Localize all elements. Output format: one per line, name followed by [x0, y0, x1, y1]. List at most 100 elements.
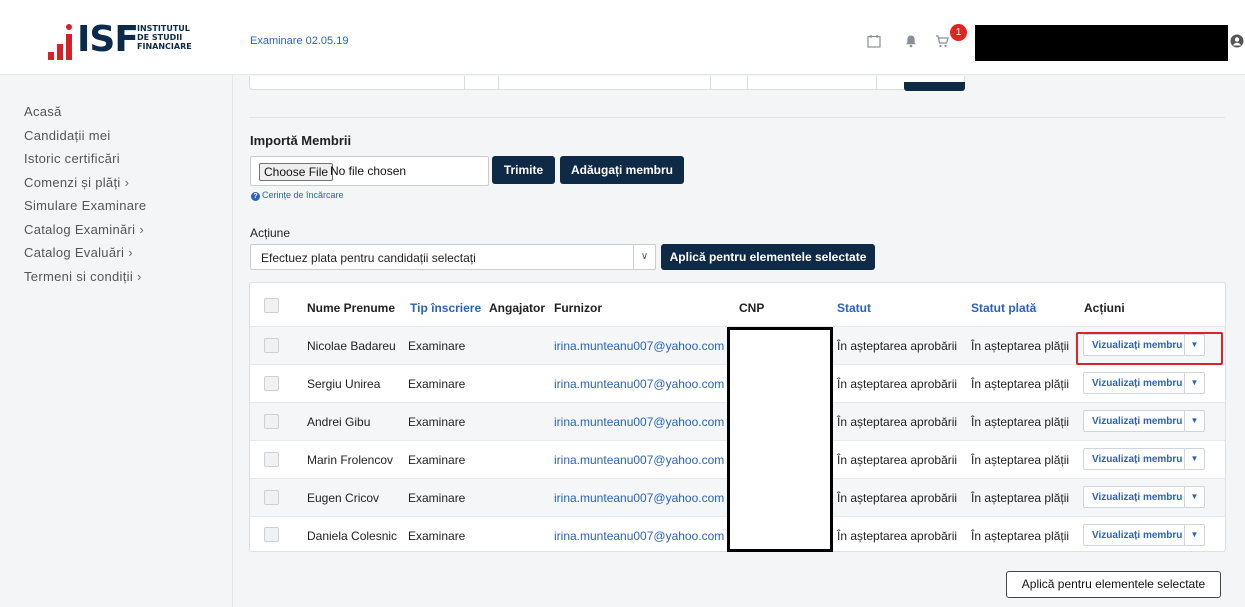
column-header-actions: Acțiuni [1084, 301, 1125, 315]
cell-type: Examinare [408, 339, 466, 353]
caret-down-icon[interactable]: ▼ [1184, 411, 1204, 431]
main-content: Importă Membrii Choose File No file chos… [233, 76, 1245, 607]
sidebar-item-comenzi-si-plati[interactable]: Comenzi și plăți › [24, 175, 146, 199]
cell-status: În așteptarea aprobării [837, 453, 958, 467]
column-header-payment-status[interactable]: Statut plată [971, 301, 1036, 315]
redacted-user-name [975, 25, 1228, 61]
sidebar-item-catalog-evaluari[interactable]: Catalog Evaluări › [24, 245, 146, 269]
cell-status: În așteptarea aprobării [837, 415, 958, 429]
logo[interactable]: ISF INSTITUTUL DE STUDII FINANCIARE [0, 0, 233, 75]
sidebar-item-termeni-si-conditii[interactable]: Termeni si condiții › [24, 269, 146, 293]
cell-name: Nicolae Badareu [307, 339, 396, 353]
cell-name: Daniela Colesnic [307, 529, 398, 543]
breadcrumb[interactable]: Examinare 02.05.19 [250, 35, 348, 47]
logo-subtitle: INSTITUTUL DE STUDII FINANCIARE [137, 24, 192, 51]
filter-button[interactable] [904, 82, 965, 91]
sidebar-item-istoric-certificari[interactable]: Istoric certificări [24, 151, 146, 175]
column-header-status[interactable]: Statut [837, 301, 871, 315]
import-members-title: Importă Membrii [250, 133, 352, 148]
sidebar: ISF INSTITUTUL DE STUDII FINANCIARE Acas… [0, 0, 233, 607]
cell-payment-status: În așteptarea plății [971, 415, 1070, 429]
row-checkbox[interactable] [264, 338, 279, 353]
upload-requirements-link[interactable]: ? Cerințe de încărcare [251, 190, 344, 201]
column-header-cnp: CNP [739, 301, 765, 315]
redacted-cnp-column [727, 327, 833, 552]
cell-name: Sergiu Unirea [307, 377, 381, 391]
cart-count-badge: 1 [950, 24, 967, 41]
cell-supplier-link[interactable]: irina.munteanu007@yahoo.com [554, 415, 724, 429]
cell-supplier-link[interactable]: irina.munteanu007@yahoo.com [554, 491, 724, 505]
no-file-label: No file chosen [330, 164, 407, 178]
sidebar-item-simulare-examinare[interactable]: Simulare Examinare [24, 198, 146, 222]
column-header-employer: Angajator [489, 301, 546, 315]
sidebar-item-acasa[interactable]: Acasă [24, 104, 146, 128]
sidebar-nav: Acasă Candidații mei Istoric certificări… [24, 104, 146, 292]
cell-status: În așteptarea aprobării [837, 529, 958, 543]
divider [249, 117, 1225, 118]
row-checkbox[interactable] [264, 452, 279, 467]
chevron-right-icon: › [137, 268, 142, 284]
calendar-icon[interactable] [867, 34, 881, 48]
caret-down-icon[interactable]: ▼ [1184, 449, 1204, 469]
bell-icon[interactable] [904, 34, 918, 48]
action-select-value: Efectuez plata pentru candidații selecta… [261, 251, 476, 265]
view-member-button[interactable]: Vizualizați membru ▼ [1083, 448, 1205, 470]
cell-payment-status: În așteptarea plății [971, 491, 1070, 505]
view-member-button[interactable]: Vizualizați membru ▼ [1083, 524, 1205, 546]
cell-type: Examinare [408, 491, 466, 505]
cell-payment-status: În așteptarea plății [971, 339, 1070, 353]
cell-name: Eugen Cricov [307, 491, 380, 505]
apply-selected-button-bottom[interactable]: Aplică pentru elementele selectate [1006, 571, 1221, 598]
cell-type: Examinare [408, 377, 466, 391]
cell-payment-status: În așteptarea plății [971, 529, 1070, 543]
filter-bar[interactable] [249, 76, 965, 90]
cell-status: În așteptarea aprobării [837, 377, 958, 391]
chevron-right-icon: › [124, 174, 130, 190]
logo-bars-icon [48, 24, 76, 60]
cell-payment-status: În așteptarea plății [971, 453, 1070, 467]
column-header-name: Nume Prenume [307, 301, 396, 315]
column-header-supplier: Furnizor [554, 301, 602, 315]
logo-brand: ISF [77, 19, 139, 60]
view-member-button[interactable]: Vizualizați membru ▼ [1083, 372, 1205, 394]
chevron-right-icon: › [128, 245, 133, 260]
column-header-type[interactable]: Tip înscriere [410, 301, 481, 315]
file-input[interactable]: Choose File No file chosen [250, 156, 489, 186]
cell-type: Examinare [408, 529, 466, 543]
sidebar-item-candidatii-mei[interactable]: Candidații mei [24, 128, 146, 152]
chevron-right-icon: › [139, 221, 144, 237]
cell-payment-status: În așteptarea plății [971, 377, 1070, 391]
cell-supplier-link[interactable]: irina.munteanu007@yahoo.com [554, 377, 724, 391]
cell-type: Examinare [408, 415, 466, 429]
chevron-down-icon: ∨ [633, 245, 655, 269]
add-member-button[interactable]: Adăugați membru [560, 156, 684, 184]
caret-down-icon[interactable]: ▼ [1184, 373, 1204, 393]
view-member-button[interactable]: Vizualizați membru ▼ [1083, 486, 1205, 508]
choose-file-button[interactable]: Choose File [259, 163, 334, 181]
action-select[interactable]: Efectuez plata pentru candidații selecta… [250, 244, 656, 270]
question-circle-icon: ? [251, 192, 260, 201]
select-all-checkbox[interactable] [264, 298, 279, 313]
caret-down-icon[interactable]: ▼ [1184, 487, 1204, 507]
submit-button[interactable]: Trimite [492, 156, 555, 184]
highlight-box [1076, 332, 1223, 365]
row-checkbox[interactable] [264, 527, 279, 542]
cell-status: În așteptarea aprobării [837, 491, 958, 505]
row-checkbox[interactable] [264, 490, 279, 505]
caret-down-icon[interactable]: ▼ [1184, 525, 1204, 545]
row-checkbox[interactable] [264, 376, 279, 391]
cart-icon[interactable] [935, 34, 949, 48]
cell-name: Andrei Gibu [307, 415, 371, 429]
cell-supplier-link[interactable]: irina.munteanu007@yahoo.com [554, 529, 724, 543]
action-label: Acțiune [250, 226, 291, 240]
view-member-button[interactable]: Vizualizați membru ▼ [1083, 410, 1205, 432]
cell-name: Marin Frolencov [307, 453, 394, 467]
apply-selected-button[interactable]: Aplică pentru elementele selectate [661, 244, 875, 270]
cell-supplier-link[interactable]: irina.munteanu007@yahoo.com [554, 453, 724, 467]
top-header: Examinare 02.05.19 1 [233, 0, 1245, 75]
user-icon[interactable] [1230, 34, 1244, 51]
cell-type: Examinare [408, 453, 466, 467]
sidebar-item-catalog-examinari[interactable]: Catalog Examinări › [24, 222, 146, 246]
cell-supplier-link[interactable]: irina.munteanu007@yahoo.com [554, 339, 724, 353]
row-checkbox[interactable] [264, 414, 279, 429]
